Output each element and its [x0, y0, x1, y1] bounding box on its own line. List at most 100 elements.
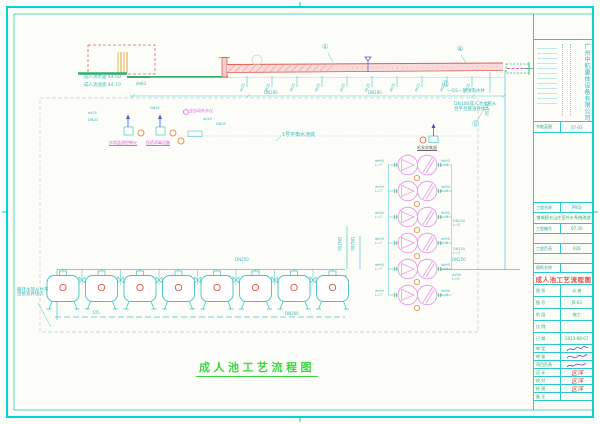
column-label-de90: de90 L=3: [452, 274, 461, 281]
gs-roof-drain-note: —GS—屋顶雨水井: [447, 90, 485, 95]
small-pipe-label: de25: [203, 118, 212, 122]
filter-bank: [38, 270, 520, 328]
lead-label: 工程负责: [534, 244, 561, 253]
filter-tank: [162, 270, 195, 310]
titleblock-spacer: [534, 234, 593, 244]
ref-bubble-4: ④: [457, 46, 463, 53]
stamp-value: 07-03: [561, 125, 593, 130]
company-address-lines: [537, 48, 557, 106]
small-pipe-label: DN20: [88, 119, 98, 123]
table-row: 图 别 水 施: [534, 285, 593, 297]
number-label: 工程编号: [534, 224, 561, 233]
drafter-signature: 区洋: [570, 385, 583, 393]
small-pipe-label: DN25: [150, 107, 160, 111]
company-name: 广州中航康体设备有限公司: [582, 43, 591, 121]
pump-right-label: de90 L=5: [441, 212, 450, 219]
company-box: 广州中航康体设备有限公司: [534, 40, 593, 122]
tank-valve: [233, 270, 239, 285]
filter-tank: [278, 270, 311, 310]
project-title-row: 增城碧水山庄室外水系统改造: [534, 213, 593, 224]
level-label-1: 成人池水面 44.50: [84, 76, 121, 81]
pump-right-label: de90 L=5: [441, 264, 450, 271]
signature-scribble: [561, 361, 593, 369]
stamp-label: 节能蓝图: [534, 122, 561, 132]
signature-row: 审 核: [534, 353, 593, 361]
project-name-row: 工程名称 PROJ: [534, 203, 593, 213]
project-number-row: 工程编号 07.30: [534, 224, 593, 234]
signature-row: 校 对 区洋: [534, 377, 593, 385]
tank-valve: [195, 270, 201, 285]
title-block: 广州中航康体设备有限公司 节能蓝图 07-03 工程名称 PROJ 增城碧水山庄…: [533, 14, 593, 410]
tank-valve: [272, 270, 278, 285]
monitor-label: 水质监测控制仪: [109, 141, 137, 146]
number-value: 07.30: [561, 226, 593, 231]
company-divider: [570, 44, 571, 116]
company-divider: [562, 44, 563, 116]
pump-right-label: de90 L=5: [441, 160, 450, 167]
stamp-row: 节能蓝图 07-03: [534, 122, 593, 133]
ref-bubble-g: Ⓖ: [442, 81, 449, 88]
designer-signature: 区洋: [570, 369, 583, 377]
drawing-main-title: 成人池工艺流程图: [196, 362, 318, 377]
autofill-label: 全自动补水仪: [189, 109, 213, 113]
pump-left-label: de90 L=7: [375, 186, 384, 193]
manifold-label-dn250: DN250: [235, 258, 249, 262]
titleblock-empty-top: [534, 14, 593, 40]
water-level-mark: [365, 57, 371, 61]
ref-bubble-g: Ⓖ: [472, 121, 479, 128]
signature-row: 备 注: [534, 393, 593, 401]
titleblock-spacer: [534, 254, 593, 264]
signature-scribble: [561, 353, 593, 361]
small-pipe-label: de25: [88, 112, 97, 116]
pool-section: [78, 45, 534, 270]
circulation-note: 循环水管从台平 台管道井接入: [17, 289, 49, 298]
sheet-title-row: 成人池工艺流程图: [534, 273, 593, 285]
titleblock-empty-mid: [534, 133, 593, 203]
dosing-equipment: [124, 110, 281, 145]
pump-left-label: de90 L=7: [375, 212, 384, 219]
filter-tank: [239, 270, 272, 310]
tank-valve: [310, 270, 316, 285]
sheet-title: 成人池工艺流程图: [536, 274, 592, 284]
column-label-dn200: DN200 L=5: [453, 220, 465, 227]
inlet-pipe-note: DN100成人池水管从 台平台管道井接入: [454, 103, 496, 112]
table-row: 比 例: [534, 321, 593, 333]
pump-left-label: de90 L=7: [375, 290, 384, 297]
dim-105: 105: [92, 311, 100, 315]
dosing-label: 投药消毒设备: [146, 141, 170, 146]
ref-bubble-1: ①: [322, 44, 328, 51]
label-de63: de63: [136, 82, 146, 86]
project-title: 增城碧水山庄室外水系统改造: [536, 215, 590, 221]
filter-tank: [201, 270, 234, 310]
pump-right-label: de90 L=5: [441, 238, 450, 245]
signature-row: 设 计 区洋: [534, 369, 593, 377]
column-label-dn150: DN150 L=3: [453, 248, 465, 255]
sheet-name-row: 图纸名称: [534, 264, 593, 273]
drawing-sheet: 成人池水面 44.50 成人池池底 44.10 de63 DN200 DN200…: [0, 0, 600, 424]
pump-left-label: de90 L=7: [375, 264, 384, 271]
signature-row: 项目负责: [534, 361, 593, 369]
label-dn200-dim: DN200: [368, 91, 382, 95]
pump-bank: [343, 155, 452, 310]
filter-tank: [47, 270, 80, 310]
tank-valve: [79, 270, 85, 285]
titleblock-empty-bottom: [534, 401, 593, 410]
project-label: 工程名称: [534, 203, 561, 212]
pump-left-label: de90 L=7: [375, 238, 384, 245]
small-pipe-label: DN25: [216, 123, 226, 127]
balance-tank-label: 1号平衡水池底: [282, 133, 315, 138]
hair-collector-label: 毛发收集器: [417, 146, 437, 151]
table-row: 图 号 JS-03: [534, 297, 593, 309]
hair-collector: [420, 124, 438, 144]
checker-signature: 区洋: [570, 377, 583, 385]
table-row: 日 期 2013-08-07: [534, 333, 593, 345]
table-row: 阶 段 施工: [534, 309, 593, 321]
lead-value: 026: [561, 246, 593, 251]
signature-row: 绘 图 区洋: [534, 385, 593, 393]
level-label-2: 成人池池底 44.10: [84, 84, 121, 89]
pump-right-label: de90 L=5: [441, 186, 450, 193]
pump-right-label: de90 L=5: [441, 290, 450, 297]
sheetname-label: 图纸名称: [534, 264, 561, 272]
tank-valve: [118, 270, 124, 285]
pump-left-label: de90 L=7: [375, 160, 384, 167]
